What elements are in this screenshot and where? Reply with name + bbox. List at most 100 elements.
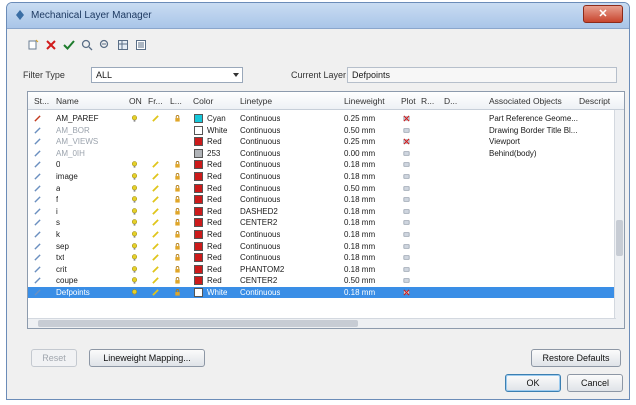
- table-row[interactable]: k Red Continuous 0.18 mm: [28, 229, 616, 240]
- table-row[interactable]: AM_PAREF Cyan Continuous 0.25 mm Part Refere…: [28, 113, 616, 124]
- light-bulb-icon[interactable]: [131, 219, 138, 227]
- lock-icon[interactable]: [174, 115, 181, 122]
- layer-pencil-icon[interactable]: [34, 289, 41, 296]
- light-bulb-icon[interactable]: [131, 161, 138, 169]
- plot-icon[interactable]: [403, 243, 410, 250]
- sun-icon[interactable]: [152, 161, 159, 169]
- layer-status-icon[interactable]: [34, 126, 41, 134]
- lock-icon[interactable]: [174, 207, 181, 215]
- title-bar[interactable]: Mechanical Layer Manager ✕: [7, 3, 629, 29]
- lock-icon[interactable]: [174, 219, 181, 226]
- delete-layer-icon[interactable]: [45, 39, 57, 51]
- color-swatch[interactable]: [194, 264, 203, 274]
- table-row[interactable]: s Red CENTER2 0.18 mm: [28, 217, 616, 228]
- reset-button[interactable]: Reset: [31, 349, 77, 367]
- col-linetype[interactable]: Linetype: [240, 96, 272, 106]
- layer-pencil-icon[interactable]: [34, 208, 41, 215]
- filter-settings-icon[interactable]: [99, 39, 111, 51]
- light-bulb-icon[interactable]: [131, 173, 138, 180]
- table-row[interactable]: AM_0IH 253 Continuous 0.00 mm Behind(body): [28, 148, 616, 159]
- color-swatch[interactable]: [194, 114, 203, 123]
- sun-icon[interactable]: [152, 289, 159, 296]
- scroll-thumb[interactable]: [616, 220, 623, 256]
- filter-type-select[interactable]: ALL: [91, 67, 243, 83]
- color-swatch[interactable]: [194, 241, 203, 251]
- color-swatch[interactable]: [194, 288, 203, 297]
- table-row[interactable]: crit Red PHANTOM2 0.18 mm: [28, 264, 616, 275]
- sun-icon[interactable]: [152, 208, 159, 215]
- col-lock[interactable]: L...: [170, 96, 182, 106]
- color-swatch[interactable]: [194, 172, 203, 181]
- close-button[interactable]: ✕: [583, 5, 623, 23]
- vertical-scrollbar[interactable]: [614, 110, 624, 328]
- sun-icon[interactable]: [152, 254, 159, 261]
- horizontal-scrollbar[interactable]: [28, 318, 616, 328]
- col-description[interactable]: Descript: [579, 96, 610, 106]
- table-row[interactable]: sep Red Continuous 0.18 mm: [28, 241, 616, 252]
- sun-icon[interactable]: [152, 219, 159, 227]
- lineweight-mapping-button[interactable]: Lineweight Mapping...: [89, 349, 205, 367]
- light-bulb-icon[interactable]: [131, 115, 138, 122]
- plot-icon[interactable]: [403, 208, 410, 215]
- lock-icon[interactable]: [174, 196, 181, 203]
- layer-pencil-icon[interactable]: [34, 115, 41, 122]
- color-swatch[interactable]: [194, 160, 203, 170]
- lock-icon[interactable]: [174, 184, 181, 192]
- lock-icon[interactable]: [174, 161, 181, 168]
- lock-icon[interactable]: [174, 265, 181, 273]
- plot-icon[interactable]: [403, 266, 410, 273]
- sun-icon[interactable]: [152, 173, 159, 180]
- sun-icon[interactable]: [152, 231, 159, 238]
- light-bulb-icon[interactable]: [131, 196, 138, 203]
- layer-pencil-icon[interactable]: [34, 173, 41, 180]
- plot-icon[interactable]: [403, 219, 410, 226]
- layer-pencil-icon[interactable]: [34, 231, 41, 238]
- plot-icon[interactable]: [403, 185, 410, 192]
- scroll-thumb[interactable]: [38, 320, 358, 327]
- properties-icon[interactable]: [135, 39, 147, 51]
- plot-icon[interactable]: [403, 127, 410, 134]
- light-bulb-icon[interactable]: [131, 242, 138, 250]
- light-bulb-icon[interactable]: [131, 184, 138, 192]
- layer-pencil-icon[interactable]: [34, 266, 41, 273]
- col-d[interactable]: D...: [444, 96, 457, 106]
- new-layer-icon[interactable]: [27, 39, 39, 51]
- table-row[interactable]: coupe Red CENTER2 0.50 mm: [28, 275, 616, 286]
- table-row[interactable]: AM_BOR White Continuous 0.50 mm Drawing Bord…: [28, 125, 616, 136]
- col-r[interactable]: R...: [421, 96, 434, 106]
- sun-icon[interactable]: [152, 115, 159, 122]
- col-on[interactable]: ON: [129, 96, 142, 106]
- restore-defaults-button[interactable]: Restore Defaults: [531, 349, 621, 367]
- col-freeze[interactable]: Fr...: [148, 96, 163, 106]
- color-swatch[interactable]: [194, 195, 203, 205]
- table-row[interactable]: i Red DASHED2 0.18 mm: [28, 206, 616, 217]
- color-swatch[interactable]: [194, 183, 203, 193]
- plot-icon[interactable]: [403, 277, 410, 284]
- ok-button[interactable]: OK: [505, 374, 561, 392]
- light-bulb-icon[interactable]: [131, 254, 138, 261]
- no-plot-icon[interactable]: [403, 138, 410, 145]
- layer-pencil-icon[interactable]: [34, 242, 41, 250]
- light-bulb-icon[interactable]: [131, 277, 138, 285]
- table-row[interactable]: Defpoints White Continuous 0.18 mm: [28, 287, 616, 298]
- color-swatch[interactable]: [194, 148, 203, 158]
- lock-icon[interactable]: [174, 242, 181, 250]
- table-row[interactable]: 0 Red Continuous 0.18 mm: [28, 159, 616, 170]
- no-plot-icon[interactable]: [403, 289, 410, 296]
- plot-icon[interactable]: [403, 161, 410, 168]
- plot-icon[interactable]: [403, 254, 410, 261]
- lock-icon[interactable]: [174, 173, 181, 180]
- plot-icon[interactable]: [403, 231, 410, 238]
- filter-icon[interactable]: [81, 39, 93, 51]
- table-row[interactable]: image Red Continuous 0.18 mm: [28, 171, 616, 182]
- set-current-icon[interactable]: [63, 39, 75, 51]
- col-plot[interactable]: Plot: [401, 96, 416, 106]
- table-row[interactable]: a Red Continuous 0.50 mm: [28, 183, 616, 194]
- layer-pencil-icon[interactable]: [34, 219, 41, 227]
- plot-icon[interactable]: [403, 173, 410, 180]
- color-swatch[interactable]: [194, 276, 203, 286]
- layer-pencil-icon[interactable]: [34, 196, 41, 203]
- cancel-button[interactable]: Cancel: [567, 374, 623, 392]
- layer-status-icon[interactable]: [34, 138, 41, 145]
- no-plot-icon[interactable]: [403, 115, 410, 122]
